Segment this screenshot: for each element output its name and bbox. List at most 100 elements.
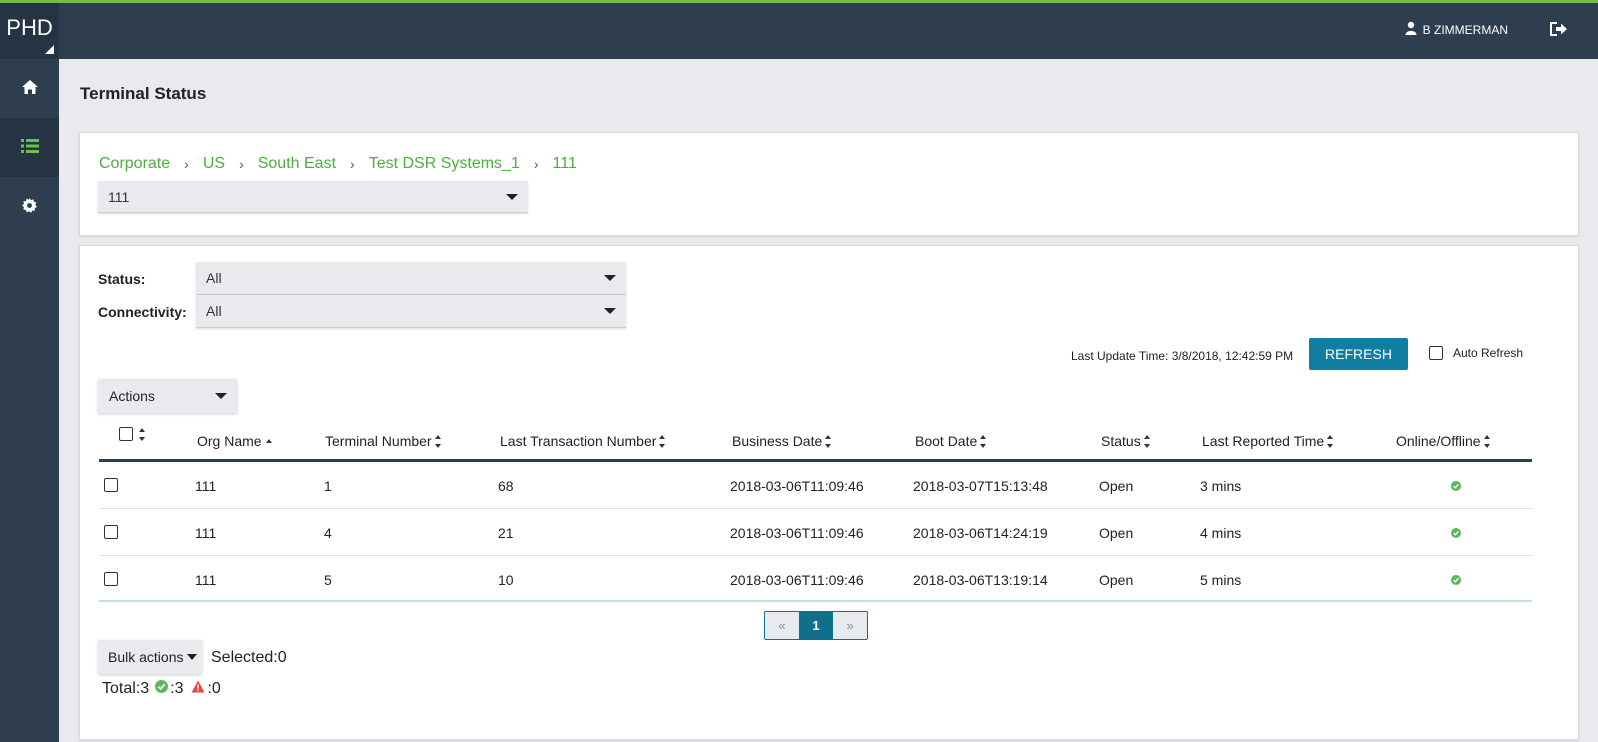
sort-icon xyxy=(434,434,441,448)
org-selector-card: Corporate › US › South East › Test DSR S… xyxy=(79,132,1579,236)
breadcrumb-item-us[interactable]: US xyxy=(203,155,225,173)
cell-last-transaction-number: 68 xyxy=(498,478,514,494)
cell-last-reported-time: 3 mins xyxy=(1200,478,1242,494)
chevron-right-icon: › xyxy=(239,156,244,172)
breadcrumb-item-111[interactable]: 111 xyxy=(553,155,577,173)
total-count: Total:3 xyxy=(102,680,150,697)
column-header-org-name[interactable]: Org Name xyxy=(197,433,272,449)
pagination: « 1 » xyxy=(764,611,868,640)
logo-corner-icon xyxy=(45,45,54,54)
connectivity-filter-select[interactable]: All xyxy=(196,295,626,328)
sort-icon xyxy=(1483,434,1490,448)
chevron-right-icon: › xyxy=(350,156,355,172)
connectivity-filter-value: All xyxy=(206,303,222,319)
auto-refresh-checkbox[interactable] xyxy=(1429,346,1443,360)
row-checkbox[interactable] xyxy=(104,525,118,539)
column-header-terminal-number[interactable]: Terminal Number xyxy=(325,433,441,449)
header-bar: PHD B ZIMMERMAN xyxy=(0,3,1598,59)
user-name: B ZIMMERMAN xyxy=(1422,22,1508,37)
caret-down-icon xyxy=(506,193,518,200)
table-row[interactable]: 111 5 10 2018-03-06T11:09:46 2018-03-06T… xyxy=(99,556,1532,603)
breadcrumb-item-corporate[interactable]: Corporate xyxy=(99,155,170,173)
cell-last-reported-time: 5 mins xyxy=(1200,572,1242,588)
bulk-actions-dropdown[interactable]: Bulk actions xyxy=(98,640,202,674)
cell-business-date: 2018-03-06T11:09:46 xyxy=(730,478,864,494)
sidebar-item-home[interactable] xyxy=(0,59,59,118)
column-header-business-date[interactable]: Business Date xyxy=(732,433,832,449)
last-update-time: Last Update Time: 3/8/2018, 12:42:59 PM xyxy=(1071,349,1294,363)
caret-down-icon xyxy=(187,654,198,660)
column-label: Last Transaction Number xyxy=(500,433,657,449)
selected-count: Selected:0 xyxy=(211,649,287,666)
cell-terminal-number: 5 xyxy=(324,572,332,588)
org-select-value: 111 xyxy=(108,188,130,205)
sort-icon xyxy=(1327,434,1334,448)
gear-icon xyxy=(22,197,37,216)
sort-icon xyxy=(825,434,832,448)
terminal-status-card: Status: All Connectivity: All Last Updat… xyxy=(79,245,1579,740)
cell-terminal-number: 1 xyxy=(324,478,332,494)
breadcrumb-item-test-dsr-systems[interactable]: Test DSR Systems_1 xyxy=(369,155,520,173)
sidebar-item-settings[interactable] xyxy=(0,177,59,236)
status-filter-label: Status: xyxy=(98,271,146,287)
column-header-last-transaction-number[interactable]: Last Transaction Number xyxy=(500,433,666,449)
bulk-actions-label: Bulk actions xyxy=(108,649,184,665)
row-checkbox[interactable] xyxy=(104,478,118,492)
column-label: Org Name xyxy=(197,433,262,449)
online-check-icon xyxy=(153,680,170,698)
online-check-icon xyxy=(1451,478,1461,494)
logout-icon[interactable] xyxy=(1548,20,1568,41)
cell-org-name: 111 xyxy=(195,478,217,494)
auto-refresh-toggle[interactable]: Auto Refresh xyxy=(1429,346,1523,360)
cell-status: Open xyxy=(1099,572,1134,588)
pagination-page-1[interactable]: 1 xyxy=(799,612,833,639)
home-icon xyxy=(21,79,39,98)
page-title: Terminal Status xyxy=(80,84,207,103)
row-checkbox[interactable] xyxy=(104,572,118,586)
totals-summary: Total:3 :3 :0 xyxy=(102,680,221,698)
table-row[interactable]: 111 1 68 2018-03-06T11:09:46 2018-03-07T… xyxy=(99,462,1532,509)
column-header-online-offline[interactable]: Online/Offline xyxy=(1396,433,1490,449)
cell-last-transaction-number: 21 xyxy=(498,525,514,541)
chevron-right-icon: › xyxy=(533,156,539,172)
logo-text: PHD xyxy=(6,15,53,40)
sort-icon xyxy=(980,434,987,448)
cell-status: Open xyxy=(1099,478,1134,494)
caret-down-icon xyxy=(604,308,616,314)
select-all-column[interactable] xyxy=(119,427,145,441)
column-header-boot-date[interactable]: Boot Date xyxy=(915,433,987,449)
column-label: Boot Date xyxy=(915,433,978,449)
sort-asc-icon xyxy=(265,439,272,443)
app-logo[interactable]: PHD xyxy=(0,3,59,59)
pagination-next[interactable]: » xyxy=(833,612,867,639)
table-bottom-border xyxy=(99,600,1532,602)
cell-org-name: 111 xyxy=(195,525,217,541)
refresh-button[interactable]: REFRESH xyxy=(1309,338,1408,370)
cell-last-transaction-number: 10 xyxy=(498,572,514,588)
cell-terminal-number: 4 xyxy=(324,525,332,541)
column-header-status[interactable]: Status xyxy=(1101,433,1150,449)
list-icon xyxy=(20,139,39,156)
pagination-prev[interactable]: « xyxy=(765,612,799,639)
offline-count: :0 xyxy=(207,680,221,697)
column-label: Online/Offline xyxy=(1396,433,1481,449)
cell-org-name: 111 xyxy=(195,572,217,588)
online-count: :3 xyxy=(170,680,184,697)
column-header-last-reported-time[interactable]: Last Reported Time xyxy=(1202,433,1334,449)
user-menu[interactable]: B ZIMMERMAN xyxy=(1405,21,1508,38)
online-check-icon xyxy=(1451,525,1461,541)
breadcrumb-item-south-east[interactable]: South East xyxy=(258,155,336,173)
table-row[interactable]: 111 4 21 2018-03-06T11:09:46 2018-03-06T… xyxy=(99,509,1532,556)
sort-icon[interactable] xyxy=(139,427,145,441)
org-select[interactable]: 111 xyxy=(98,181,528,213)
breadcrumb: Corporate › US › South East › Test DSR S… xyxy=(99,155,577,173)
actions-dropdown[interactable]: Actions xyxy=(98,379,237,413)
select-all-checkbox[interactable] xyxy=(119,427,133,441)
status-filter-select[interactable]: All xyxy=(196,262,626,295)
sidebar-item-list[interactable] xyxy=(0,118,59,177)
status-filter-value: All xyxy=(206,270,222,286)
cell-boot-date: 2018-03-07T15:13:48 xyxy=(913,478,1048,494)
sidebar-nav xyxy=(0,59,59,742)
actions-label: Actions xyxy=(109,388,155,404)
connectivity-filter-label: Connectivity: xyxy=(98,304,187,320)
